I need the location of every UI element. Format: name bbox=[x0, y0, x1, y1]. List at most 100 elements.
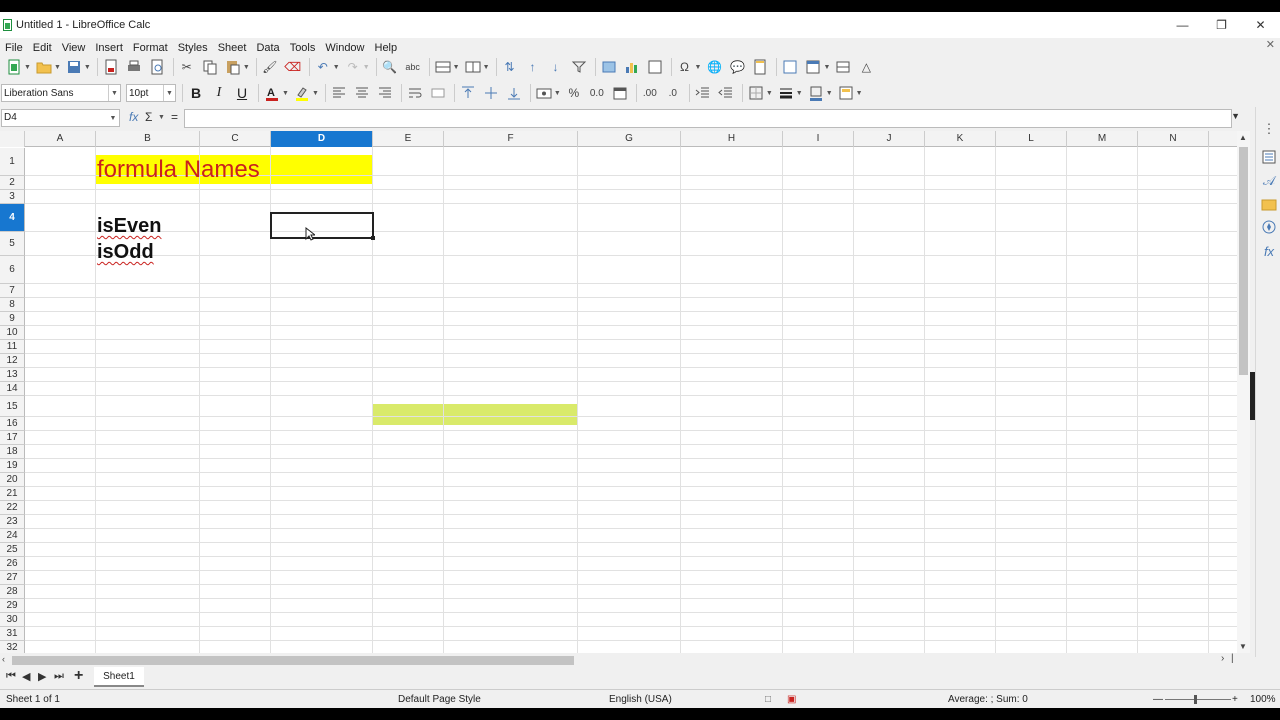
column-header-m[interactable]: M bbox=[1067, 131, 1138, 147]
row-header-21[interactable]: 21 bbox=[0, 487, 25, 501]
column-header-h[interactable]: H bbox=[681, 131, 783, 147]
last-sheet-icon[interactable]: ⏭ bbox=[54, 670, 64, 683]
copy-icon[interactable] bbox=[200, 57, 220, 77]
row-header-26[interactable]: 26 bbox=[0, 557, 25, 571]
clear-formatting-icon[interactable]: ⌫ bbox=[283, 57, 303, 77]
headers-footers-icon[interactable] bbox=[750, 57, 770, 77]
italic-button[interactable]: I bbox=[209, 83, 229, 103]
merge-cells-icon[interactable] bbox=[428, 83, 448, 103]
vertical-scrollbar[interactable]: ▲ ▼ bbox=[1237, 131, 1250, 653]
menu-help[interactable]: Help bbox=[370, 42, 403, 54]
gallery-icon[interactable] bbox=[1261, 196, 1277, 212]
column-header-g[interactable]: G bbox=[578, 131, 681, 147]
currency-format-icon[interactable] bbox=[534, 83, 554, 103]
menu-view[interactable]: View bbox=[57, 42, 91, 54]
chevron-down-icon[interactable]: ▼ bbox=[107, 110, 119, 126]
center-vertically-icon[interactable] bbox=[481, 83, 501, 103]
menu-data[interactable]: Data bbox=[251, 42, 284, 54]
borders-icon[interactable] bbox=[746, 83, 766, 103]
page-style-status[interactable]: Default Page Style bbox=[398, 694, 481, 705]
row-header-19[interactable]: 19 bbox=[0, 459, 25, 473]
menu-file[interactable]: File bbox=[0, 42, 28, 54]
sheet-tab-sheet1[interactable]: Sheet1 bbox=[94, 667, 144, 687]
zoom-level[interactable]: 100% bbox=[1250, 694, 1276, 705]
row-header-5[interactable]: 5 bbox=[0, 232, 25, 256]
new-document-icon[interactable] bbox=[4, 57, 24, 77]
add-sheet-icon[interactable]: + bbox=[74, 667, 83, 685]
column-header-k[interactable]: K bbox=[925, 131, 996, 147]
special-character-icon[interactable]: Ω bbox=[675, 57, 695, 77]
row-header-6[interactable]: 6 bbox=[0, 256, 25, 284]
zoom-slider[interactable] bbox=[1165, 699, 1231, 700]
navigator-icon[interactable] bbox=[1261, 219, 1277, 235]
row-header-8[interactable]: 8 bbox=[0, 298, 25, 312]
horizontal-scrollbar[interactable]: ‹ › | bbox=[0, 653, 1237, 667]
row-header-28[interactable]: 28 bbox=[0, 585, 25, 599]
row-icon[interactable] bbox=[433, 57, 453, 77]
language-status[interactable]: English (USA) bbox=[609, 694, 672, 705]
next-sheet-icon[interactable]: ▶ bbox=[38, 670, 46, 683]
cell-b5[interactable]: isOdd bbox=[97, 240, 154, 264]
autofill-handle[interactable] bbox=[371, 236, 375, 240]
previous-sheet-icon[interactable]: ◀ bbox=[22, 670, 30, 683]
zoom-slider-thumb[interactable] bbox=[1194, 695, 1197, 704]
selected-cell-d4[interactable] bbox=[270, 212, 374, 239]
restore-icon[interactable]: ❐ bbox=[1202, 12, 1241, 38]
column-header-j[interactable]: J bbox=[854, 131, 925, 147]
clone-formatting-icon[interactable]: 🖌 bbox=[260, 57, 280, 77]
sort-descending-icon[interactable]: ↓ bbox=[546, 57, 566, 77]
spreadsheet-grid[interactable]: A B C D E F G H I J K L M N 1 2 3 4 5 6 7 8 9 10 1… bbox=[0, 131, 1237, 653]
row-header-23[interactable]: 23 bbox=[0, 515, 25, 529]
minimize-icon[interactable]: — bbox=[1163, 12, 1202, 38]
row-header-12[interactable]: 12 bbox=[0, 354, 25, 368]
split-window-icon[interactable] bbox=[833, 57, 853, 77]
column-icon[interactable] bbox=[463, 57, 483, 77]
percent-format-icon[interactable]: % bbox=[564, 83, 584, 103]
autofilter-icon[interactable] bbox=[569, 57, 589, 77]
select-all-corner[interactable] bbox=[0, 131, 25, 147]
menu-styles[interactable]: Styles bbox=[173, 42, 213, 54]
menu-window[interactable]: Window bbox=[320, 42, 369, 54]
column-header-d[interactable]: D bbox=[271, 131, 373, 147]
sidebar-menu-icon[interactable]: ⋮ bbox=[1261, 121, 1277, 137]
print-icon[interactable] bbox=[124, 57, 144, 77]
sort-icon[interactable]: ⇅ bbox=[500, 57, 520, 77]
row-header-9[interactable]: 9 bbox=[0, 312, 25, 326]
row-header-22[interactable]: 22 bbox=[0, 501, 25, 515]
expand-formula-bar-icon[interactable]: ▼ bbox=[1231, 111, 1240, 121]
freeze-rows-columns-icon[interactable] bbox=[803, 57, 823, 77]
column-header-e[interactable]: E bbox=[373, 131, 444, 147]
redo-icon[interactable]: ↷ bbox=[343, 57, 363, 77]
add-decimal-icon[interactable]: .00 bbox=[640, 83, 660, 103]
align-bottom-icon[interactable] bbox=[504, 83, 524, 103]
spelling-icon[interactable]: abc bbox=[403, 57, 423, 77]
wrap-text-icon[interactable] bbox=[405, 83, 425, 103]
selection-mode-icon[interactable]: □ bbox=[765, 694, 771, 705]
chevron-down-icon[interactable]: ▼ bbox=[163, 85, 175, 101]
scroll-down-icon[interactable]: ▼ bbox=[1239, 642, 1247, 651]
font-name-box[interactable]: Liberation Sans ▼ bbox=[1, 84, 121, 102]
row-header-4[interactable]: 4 bbox=[0, 204, 25, 232]
paste-icon[interactable] bbox=[223, 57, 243, 77]
split-handle-icon[interactable]: | bbox=[1231, 653, 1234, 664]
close-document-icon[interactable]: ✕ bbox=[1266, 38, 1275, 51]
row-header-25[interactable]: 25 bbox=[0, 543, 25, 557]
column-header-c[interactable]: C bbox=[200, 131, 271, 147]
row-header-3[interactable]: 3 bbox=[0, 190, 25, 204]
function-wizard-icon[interactable]: fx bbox=[129, 110, 138, 124]
styles-icon[interactable]: 𝒜 bbox=[1261, 173, 1277, 189]
underline-button[interactable]: U bbox=[232, 83, 252, 103]
export-pdf-icon[interactable] bbox=[101, 57, 121, 77]
row-header-27[interactable]: 27 bbox=[0, 571, 25, 585]
formula-icon[interactable]: = bbox=[171, 110, 178, 124]
print-preview-icon[interactable] bbox=[147, 57, 167, 77]
row-header-11[interactable]: 11 bbox=[0, 340, 25, 354]
column-header-f[interactable]: F bbox=[444, 131, 578, 147]
scroll-left-icon[interactable]: ‹ bbox=[2, 654, 5, 664]
find-replace-icon[interactable]: 🔍 bbox=[380, 57, 400, 77]
row-header-30[interactable]: 30 bbox=[0, 613, 25, 627]
chevron-down-icon[interactable]: ▼ bbox=[108, 85, 120, 101]
column-header-a[interactable]: A bbox=[25, 131, 96, 147]
row-header-29[interactable]: 29 bbox=[0, 599, 25, 613]
insert-chart-icon[interactable] bbox=[622, 57, 642, 77]
